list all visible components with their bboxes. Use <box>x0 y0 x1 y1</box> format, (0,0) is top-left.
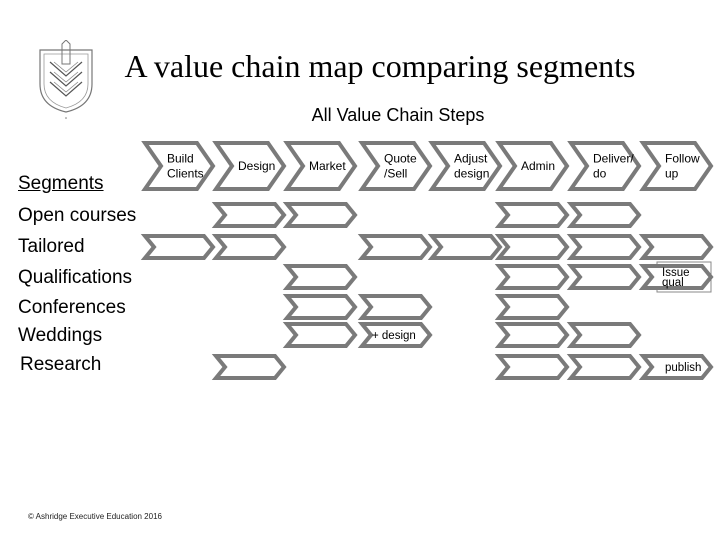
step-cell-deliver <box>566 354 642 380</box>
step-header-build: BuildClients <box>141 141 216 191</box>
step-header-admin: Admin <box>495 141 570 191</box>
step-header-label: do <box>593 167 607 181</box>
chevron-arrow-icon <box>494 264 570 290</box>
chevron-arrow-icon <box>638 234 714 260</box>
step-cell-admin <box>494 354 570 380</box>
cell-note: + design <box>372 330 416 342</box>
step-cell-admin <box>494 322 570 348</box>
step-header-label: Admin <box>521 159 555 173</box>
step-header-label: /Sell <box>384 167 407 181</box>
step-cell-quote <box>357 294 433 320</box>
step-header-label: Deliver/ <box>593 152 634 166</box>
step-header-label: Follow <box>665 152 700 166</box>
segment-row <box>282 294 570 320</box>
chevron-arrow-icon <box>211 234 287 260</box>
step-cell-follow: Issuequal <box>638 261 714 293</box>
chevron-arrow-icon <box>494 294 570 320</box>
step-cell-deliver <box>566 234 642 260</box>
copyright-footer: © Ashridge Executive Education 2016 <box>28 512 162 521</box>
chevron-arrow-icon <box>566 322 642 348</box>
step-cell-market <box>282 322 358 348</box>
step-cell-market <box>282 264 358 290</box>
chevron-arrow-icon <box>282 322 358 348</box>
step-cell-adjust <box>427 234 503 260</box>
chevron-arrow-icon <box>566 202 642 228</box>
step-cell-deliver <box>566 202 642 228</box>
chevron-arrow-icon <box>282 264 358 290</box>
cell-note: qual <box>662 277 684 289</box>
chevron-arrow-icon <box>494 202 570 228</box>
step-cell-market <box>282 202 358 228</box>
step-header-adjust: Adjustdesign <box>428 141 503 191</box>
chevron-arrow-icon <box>357 234 433 260</box>
chevron-arrow-icon <box>282 294 358 320</box>
chevron-arrow-icon <box>427 234 503 260</box>
step-cell-design <box>211 234 287 260</box>
step-header-follow: Followup <box>639 141 714 191</box>
chevron-arrow-icon <box>140 234 216 260</box>
step-header-label: Clients <box>167 167 204 181</box>
step-cell-quote <box>357 234 433 260</box>
chevron-arrow-icon <box>211 354 287 380</box>
step-cell-admin <box>494 234 570 260</box>
step-header-deliver: Deliver/do <box>567 141 642 191</box>
segment-row: Issuequal <box>282 261 714 293</box>
chevron-arrow-icon <box>566 354 642 380</box>
segment-row: publish <box>211 354 714 380</box>
step-cell-market <box>282 294 358 320</box>
step-cell-admin <box>494 294 570 320</box>
step-cell-quote: + design <box>357 322 433 348</box>
chevron-arrow-icon <box>566 264 642 290</box>
chevron-arrow-icon <box>282 202 358 228</box>
segment-row <box>211 202 642 228</box>
step-cell-admin <box>494 264 570 290</box>
step-cell-build <box>140 234 216 260</box>
step-cell-deliver <box>566 322 642 348</box>
step-header-design: Design <box>212 141 287 191</box>
step-header-label: up <box>665 167 679 181</box>
cell-note: publish <box>665 362 701 374</box>
step-header-quote: Quote/Sell <box>358 141 433 191</box>
chevron-arrow-icon <box>494 354 570 380</box>
step-header-label: Quote <box>384 152 417 166</box>
step-cell-follow <box>638 234 714 260</box>
chevron-arrow-icon <box>566 234 642 260</box>
step-cell-design <box>211 202 287 228</box>
step-header-label: Adjust <box>454 152 488 166</box>
chevron-arrow-icon <box>211 202 287 228</box>
chevron-arrow-icon <box>357 294 433 320</box>
step-header-label: Build <box>167 152 194 166</box>
segment-row <box>140 234 714 260</box>
step-cell-admin <box>494 202 570 228</box>
segment-row: + design <box>282 322 642 348</box>
step-header-label: design <box>454 167 489 181</box>
value-chain-map: BuildClientsDesign MarketQuote/SellAdjust… <box>140 141 714 380</box>
step-cell-deliver <box>566 264 642 290</box>
step-cell-follow: publish <box>638 354 714 380</box>
step-header-market: Market <box>283 141 358 191</box>
step-header-label: Market <box>309 159 346 173</box>
chevron-arrow-icon <box>494 322 570 348</box>
chevron-arrow-icon <box>494 234 570 260</box>
step-cell-design <box>211 354 287 380</box>
step-header-label: Design <box>238 159 275 173</box>
